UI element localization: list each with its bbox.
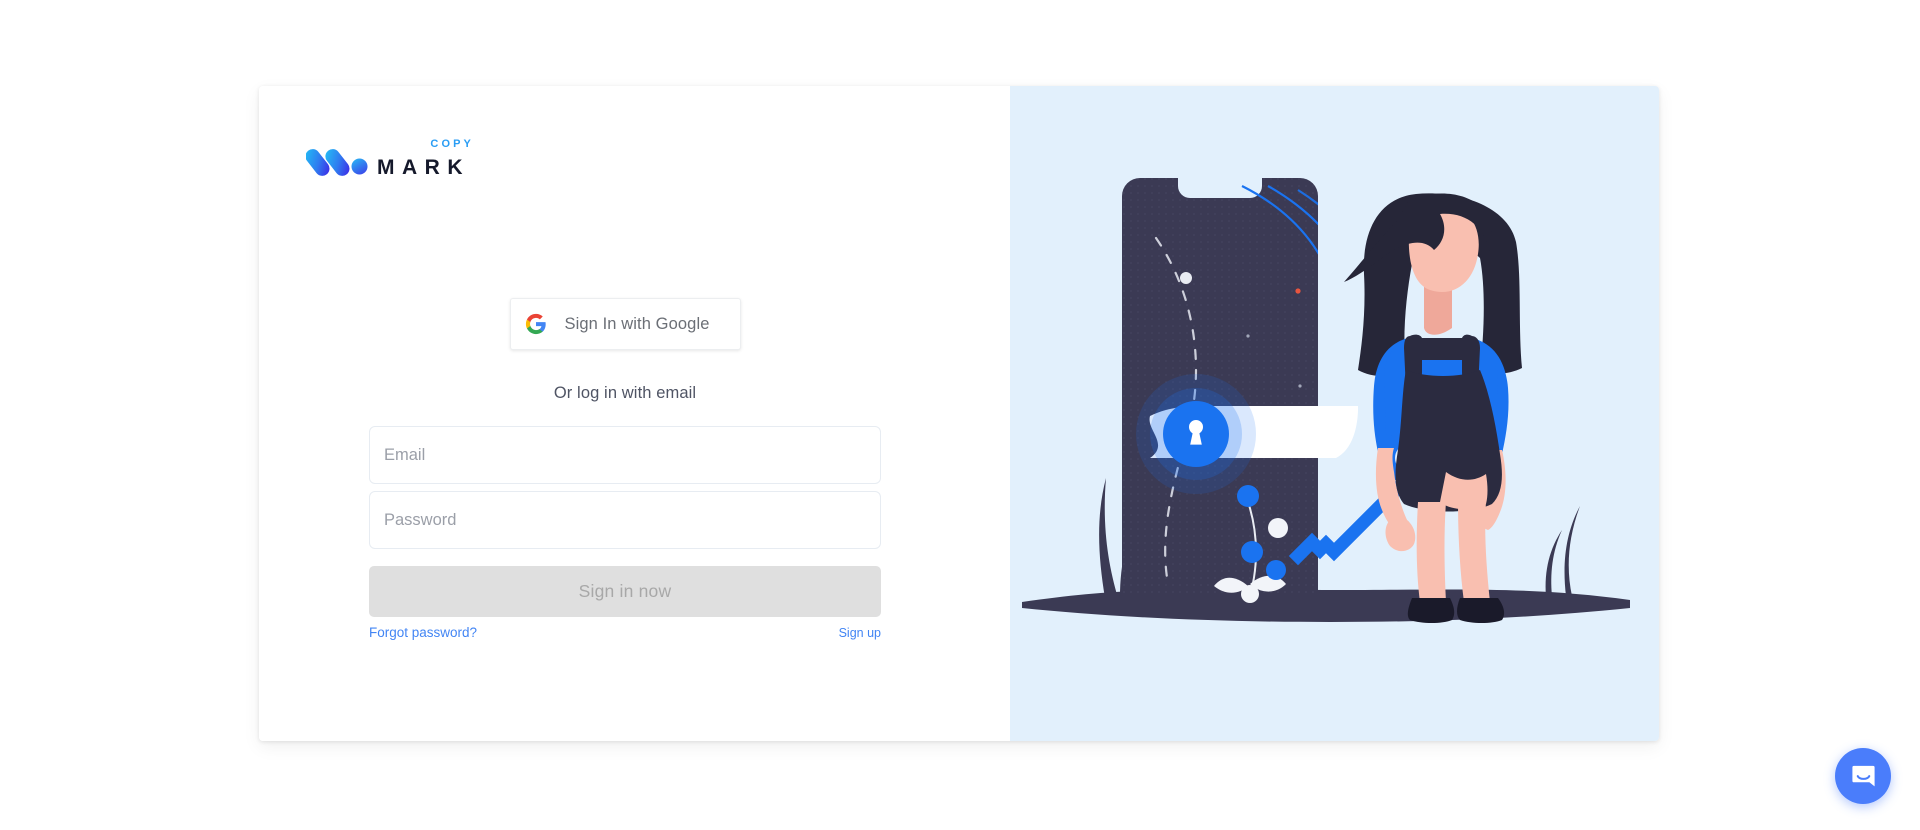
lock-icon-group [1136, 374, 1256, 494]
auth-links-row: Forgot password? Sign up [369, 625, 881, 640]
bubble-3 [1241, 541, 1263, 563]
chat-launcher-button[interactable] [1835, 748, 1891, 804]
bubble-4 [1266, 560, 1286, 580]
leg-right [1458, 502, 1490, 602]
woman-with-key-and-phone-lock-illustration [1022, 178, 1630, 623]
login-form-pane: COPY MARK Sign In with Google Or log in … [259, 86, 1010, 741]
markcopy-logo-icon [306, 149, 368, 176]
shoe-right [1457, 598, 1505, 623]
bubble-5 [1241, 585, 1259, 603]
leg-left [1416, 502, 1446, 602]
email-input[interactable] [369, 426, 881, 484]
brand-copy-text: COPY [430, 138, 474, 150]
forgot-password-link[interactable]: Forgot password? [369, 625, 477, 640]
dress-bib [1422, 338, 1464, 360]
brand-mark-text: MARK [377, 156, 470, 179]
sign-in-button[interactable]: Sign in now [369, 566, 881, 617]
grass-right-icon [1564, 506, 1580, 596]
google-g-icon [525, 313, 546, 335]
woman-figure [1344, 193, 1522, 623]
dot-red [1295, 288, 1301, 294]
password-input[interactable] [369, 491, 881, 549]
bubble-1 [1237, 485, 1259, 507]
chat-bubble-icon [1851, 765, 1875, 786]
dot-2 [1246, 334, 1250, 338]
shoe-left [1407, 598, 1455, 623]
grass-right-2-icon [1545, 530, 1562, 596]
brand-wordmark: COPY MARK [377, 139, 471, 179]
bubble-2 [1268, 518, 1288, 538]
google-sign-in-button[interactable]: Sign In with Google [509, 298, 741, 350]
google-sign-in-label: Sign In with Google [564, 314, 710, 333]
illustration-pane [1010, 86, 1659, 741]
email-divider-label: Or log in with email [553, 384, 697, 402]
brand-logo: COPY MARK [306, 126, 471, 179]
dot-1 [1180, 272, 1192, 284]
sign-up-link[interactable]: Sign up [839, 626, 881, 640]
grass-left-icon [1099, 478, 1118, 598]
hand-left [1385, 518, 1416, 552]
auth-card: COPY MARK Sign In with Google Or log in … [259, 86, 1659, 741]
login-form: Sign In with Google Or log in with email… [369, 298, 881, 640]
dot-3 [1298, 384, 1302, 388]
